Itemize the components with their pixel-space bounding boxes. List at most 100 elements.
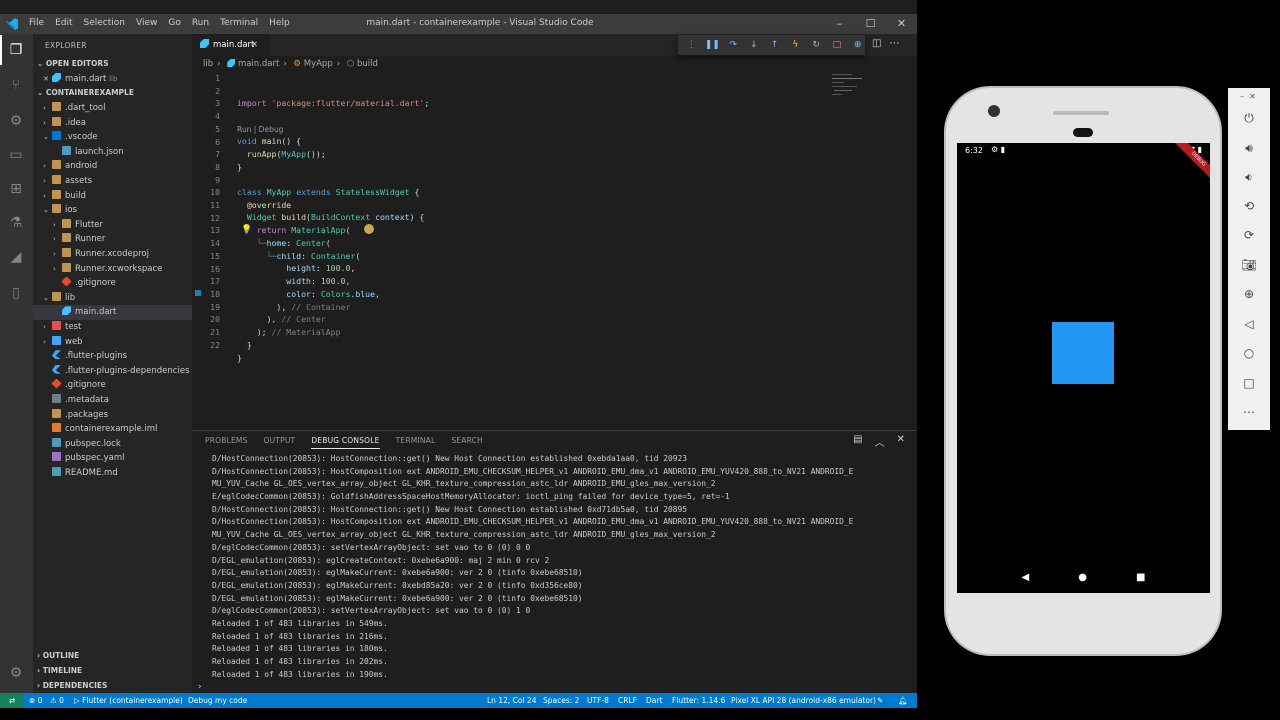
back-icon[interactable]: ◁ [1240,315,1258,333]
tree-item[interactable]: › build [33,189,192,204]
close-icon[interactable]: ✕ [886,14,917,34]
tree-item[interactable]: .gitignore [33,378,192,393]
encoding[interactable]: UTF-8 [587,693,609,708]
close-editor-icon[interactable]: ✕ [43,72,52,87]
breadcrumb-method[interactable]: build [357,59,378,69]
home-icon[interactable]: ○ [1240,344,1258,362]
menu-selection[interactable]: Selection [84,18,125,28]
device-selector[interactable]: Pixel XL API 28 (android-x86 emulator) [731,693,876,708]
console-prompt[interactable]: › [198,682,202,692]
rotate-left-icon[interactable]: ⟲ [1240,197,1258,215]
volume-down-icon[interactable]: 🔉︎ [1240,168,1258,186]
language-mode[interactable]: Dart [646,693,662,708]
menu-file[interactable]: File [29,18,44,28]
tree-item[interactable]: containerexample.iml [33,422,192,437]
tab-problems[interactable]: PROBLEMS [205,436,248,449]
settings-gear-icon[interactable]: ⚙ [7,664,25,682]
device-icon[interactable]: ▯ [7,284,25,302]
tab-search[interactable]: SEARCH [451,436,483,449]
tree-item[interactable]: launch.json [33,145,192,160]
inspect-widget-icon[interactable]: ⊕ [850,40,865,50]
tree-item[interactable]: pubspec.yaml [33,451,192,466]
overview-icon[interactable]: □ [1240,374,1258,392]
run-debug-codelens[interactable]: Run | Debug [237,125,283,134]
feedback-icon[interactable]: ✎ [877,693,883,708]
tree-item[interactable]: .metadata [33,393,192,408]
tree-item[interactable]: .flutter-plugins [33,349,192,364]
tree-item[interactable]: › android [33,159,192,174]
menu-terminal[interactable]: Terminal [220,18,258,28]
clear-console-icon[interactable]: ▤ [853,434,862,449]
tree-item[interactable]: .packages [33,408,192,423]
tree-item[interactable]: .flutter-plugins-dependencies [33,364,192,379]
minimize-icon[interactable]: – [824,14,855,34]
tree-item[interactable]: › Runner.xcodeproj [33,247,192,262]
home-icon[interactable]: ● [1078,572,1087,583]
timeline-section[interactable]: › TIMELINE [33,664,192,678]
tree-item[interactable]: ⌄ lib [33,291,192,306]
tree-item[interactable]: › assets [33,174,192,189]
line-ending[interactable]: CRLF [618,693,637,708]
minimap[interactable] [832,72,892,102]
tab-main-dart[interactable]: main.dart ✕ [192,34,270,56]
menu-view[interactable]: View [136,18,157,28]
close-tab-icon[interactable]: ✕ [251,34,258,56]
tree-item[interactable]: ⌄ .vscode [33,130,192,145]
more-actions-icon[interactable]: ⋯ [889,38,899,49]
split-editor-icon[interactable]: ◫ [872,38,881,49]
volume-up-icon[interactable]: 🔊︎ [1240,139,1258,157]
recents-icon[interactable]: ■ [1136,572,1145,583]
code-editor[interactable]: 1 2 3 4 5 6 7 8 9 10 11 12 13 14 15 16 17 18 19 20 21 22 Run … [192,70,917,426]
back-icon[interactable]: ◀ [1022,572,1030,583]
tab-output[interactable]: OUTPUT [264,436,296,449]
step-out-icon[interactable]: ↑ [767,40,782,50]
flutter-icon[interactable]: ◢ [7,248,25,266]
tree-item[interactable]: › .idea [33,116,192,131]
step-over-icon[interactable]: ↷ [726,40,741,50]
debug-target[interactable]: ▷ Flutter (containerexample) [74,693,183,708]
tree-item[interactable]: › Runner.xcworkspace [33,262,192,277]
error-count[interactable]: ⊗ 0 [29,693,42,708]
menu-edit[interactable]: Edit [55,18,72,28]
emulator-window-controls[interactable]: – ✕ [1240,92,1256,101]
remote-icon[interactable]: ⇄ [0,693,24,708]
power-icon[interactable]: ⏻ [1240,109,1258,127]
tree-item[interactable]: README.md [33,466,192,481]
hot-reload-icon[interactable]: ϟ [788,40,803,50]
breadcrumb-class[interactable]: MyApp [304,59,333,69]
indentation[interactable]: Spaces: 2 [543,693,579,708]
rotate-right-icon[interactable]: ⟳ [1240,226,1258,244]
tree-item[interactable]: .gitignore [33,276,192,291]
restart-icon[interactable]: ↻ [809,40,824,50]
step-into-icon[interactable]: ↓ [747,40,762,50]
tree-item[interactable]: pubspec.lock [33,437,192,452]
warning-count[interactable]: ⚠ 0 [50,693,64,708]
zoom-icon[interactable]: ⊕ [1240,285,1258,303]
explorer-icon[interactable]: ❐ [0,35,25,65]
open-editor-item[interactable]: ✕ main.dart lib [33,72,192,87]
open-editors-section[interactable]: ⌄ OPEN EDITORS [33,57,192,71]
menu-go[interactable]: Go [168,18,180,28]
extensions-icon[interactable]: ⊞ [7,180,25,198]
maximize-icon[interactable]: ☐ [855,14,886,34]
more-icon[interactable]: ⋯ [1240,403,1258,421]
source-control-icon[interactable]: ⑂ [7,76,25,94]
tree-item[interactable]: main.dart [33,305,192,320]
tree-item[interactable]: ⌄ ios [33,203,192,218]
breadcrumb-file[interactable]: main.dart [238,59,279,69]
project-section[interactable]: ⌄ CONTAINEREXAMPLE [33,86,192,100]
drag-handle-icon[interactable]: ⋮ [684,40,699,50]
close-panel-icon[interactable]: ✕ [897,434,905,449]
emulator-screen[interactable]: 6:32 ⚙ ▮ ▼ ▮ DEBUG ◀ ● ■ [957,143,1210,593]
pause-icon[interactable]: ❚❚ [705,40,720,50]
testing-icon[interactable]: ⚗ [7,214,25,232]
menu-run[interactable]: Run [192,18,209,28]
tree-item[interactable]: › Flutter [33,218,192,233]
run-debug-icon[interactable]: ⚙ [7,112,25,130]
cursor-position[interactable]: Ln 12, Col 24 [487,693,536,708]
tree-item[interactable]: › web [33,335,192,350]
tree-item[interactable]: › test [33,320,192,335]
notifications-bell-icon[interactable]: 🔔︎ [898,693,908,708]
tab-debug-console[interactable]: DEBUG CONSOLE [311,436,380,449]
menu-help[interactable]: Help [269,18,290,28]
